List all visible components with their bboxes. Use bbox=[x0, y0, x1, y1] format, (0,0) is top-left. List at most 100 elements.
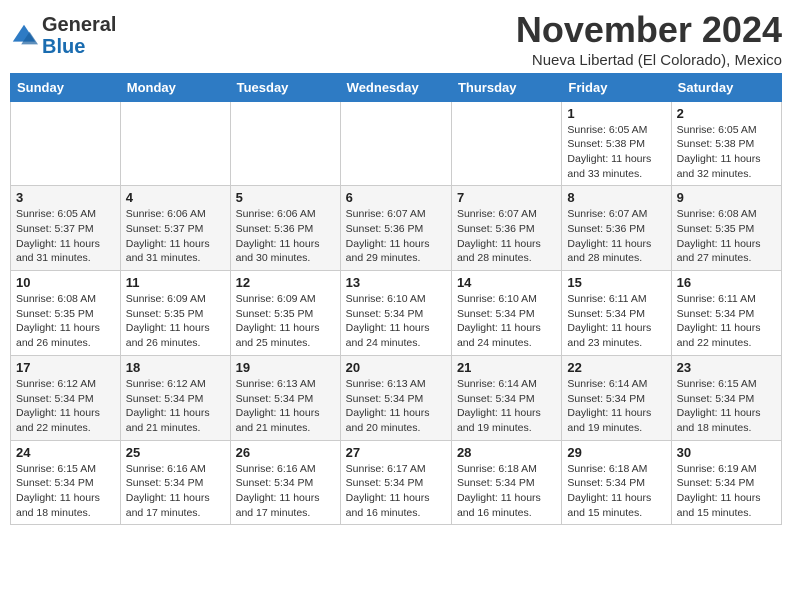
cell-day-number: 16 bbox=[677, 275, 776, 290]
cell-day-number: 14 bbox=[457, 275, 556, 290]
cell-info: Sunrise: 6:16 AM Sunset: 5:34 PM Dayligh… bbox=[126, 462, 225, 521]
calendar-cell: 3 Sunrise: 6:05 AM Sunset: 5:37 PM Daylig… bbox=[11, 186, 121, 271]
page-header: General Blue November 2024 Nueva Liberta… bbox=[10, 10, 782, 69]
calendar-cell: 7Sunrise: 6:07 AM Sunset: 5:36 PM Daylig… bbox=[451, 186, 561, 271]
calendar-cell: 4 Sunrise: 6:06 AM Sunset: 5:37 PM Daylig… bbox=[120, 186, 230, 271]
calendar-cell: 6Sunrise: 6:07 AM Sunset: 5:36 PM Daylig… bbox=[340, 186, 451, 271]
cell-day-number: 15 bbox=[567, 275, 665, 290]
weekday-header-friday: Friday bbox=[562, 73, 671, 101]
cell-info: Sunrise: 6:06 AM Sunset: 5:37 PM Dayligh… bbox=[126, 207, 225, 266]
calendar-cell: 30 Sunrise: 6:19 AM Sunset: 5:34 PM Dayli… bbox=[671, 440, 781, 525]
calendar-cell bbox=[11, 101, 121, 186]
weekday-header-monday: Monday bbox=[120, 73, 230, 101]
calendar-cell: 13Sunrise: 6:10 AM Sunset: 5:34 PM Dayli… bbox=[340, 271, 451, 356]
cell-day-number: 28 bbox=[457, 445, 556, 460]
calendar-cell: 11 Sunrise: 6:09 AM Sunset: 5:35 PM Dayli… bbox=[120, 271, 230, 356]
weekday-header-saturday: Saturday bbox=[671, 73, 781, 101]
cell-day-number: 27 bbox=[346, 445, 446, 460]
calendar-cell: 26 Sunrise: 6:16 AM Sunset: 5:34 PM Dayli… bbox=[230, 440, 340, 525]
cell-day-number: 10 bbox=[16, 275, 115, 290]
cell-day-number: 11 bbox=[126, 275, 225, 290]
cell-day-number: 5 bbox=[236, 190, 335, 205]
cell-info: Sunrise: 6:09 AM Sunset: 5:35 PM Dayligh… bbox=[236, 292, 335, 351]
calendar-cell: 20 Sunrise: 6:13 AM Sunset: 5:34 PM Dayli… bbox=[340, 355, 451, 440]
calendar-cell: 23 Sunrise: 6:15 AM Sunset: 5:34 PM Dayli… bbox=[671, 355, 781, 440]
calendar-cell: 21 Sunrise: 6:14 AM Sunset: 5:34 PM Dayli… bbox=[451, 355, 561, 440]
cell-day-number: 20 bbox=[346, 360, 446, 375]
calendar-cell bbox=[120, 101, 230, 186]
weekday-header-wednesday: Wednesday bbox=[340, 73, 451, 101]
cell-day-number: 21 bbox=[457, 360, 556, 375]
logo-text: General Blue bbox=[42, 14, 116, 58]
cell-info: Sunrise: 6:10 AM Sunset: 5:34 PM Dayligh… bbox=[457, 292, 556, 351]
cell-info: Sunrise: 6:05 AM Sunset: 5:37 PM Dayligh… bbox=[16, 207, 115, 266]
calendar-week-row: 17 Sunrise: 6:12 AM Sunset: 5:34 PM Dayli… bbox=[11, 355, 782, 440]
calendar-cell: 8 Sunrise: 6:07 AM Sunset: 5:36 PM Daylig… bbox=[562, 186, 671, 271]
cell-info: Sunrise: 6:18 AM Sunset: 5:34 PM Dayligh… bbox=[457, 462, 556, 521]
calendar-cell: 19 Sunrise: 6:13 AM Sunset: 5:34 PM Dayli… bbox=[230, 355, 340, 440]
cell-day-number: 29 bbox=[567, 445, 665, 460]
cell-info: Sunrise: 6:17 AM Sunset: 5:34 PM Dayligh… bbox=[346, 462, 446, 521]
cell-info: Sunrise: 6:14 AM Sunset: 5:34 PM Dayligh… bbox=[567, 377, 665, 436]
location-subtitle: Nueva Libertad (El Colorado), Mexico bbox=[516, 52, 782, 69]
cell-info: Sunrise: 6:09 AM Sunset: 5:35 PM Dayligh… bbox=[126, 292, 225, 351]
cell-info: Sunrise: 6:08 AM Sunset: 5:35 PM Dayligh… bbox=[677, 207, 776, 266]
calendar-cell: 9 Sunrise: 6:08 AM Sunset: 5:35 PM Daylig… bbox=[671, 186, 781, 271]
cell-day-number: 22 bbox=[567, 360, 665, 375]
cell-info: Sunrise: 6:13 AM Sunset: 5:34 PM Dayligh… bbox=[236, 377, 335, 436]
cell-info: Sunrise: 6:11 AM Sunset: 5:34 PM Dayligh… bbox=[677, 292, 776, 351]
calendar-cell: 1Sunrise: 6:05 AM Sunset: 5:38 PM Daylig… bbox=[562, 101, 671, 186]
cell-day-number: 19 bbox=[236, 360, 335, 375]
title-block: November 2024 Nueva Libertad (El Colorad… bbox=[516, 10, 782, 69]
cell-day-number: 7 bbox=[457, 190, 556, 205]
cell-info: Sunrise: 6:05 AM Sunset: 5:38 PM Dayligh… bbox=[677, 123, 776, 182]
calendar-cell bbox=[230, 101, 340, 186]
logo-icon bbox=[10, 22, 38, 50]
cell-day-number: 13 bbox=[346, 275, 446, 290]
calendar-week-row: 10 Sunrise: 6:08 AM Sunset: 5:35 PM Dayli… bbox=[11, 271, 782, 356]
calendar-cell: 27 Sunrise: 6:17 AM Sunset: 5:34 PM Dayli… bbox=[340, 440, 451, 525]
logo-blue: Blue bbox=[42, 36, 85, 58]
calendar-cell bbox=[451, 101, 561, 186]
cell-info: Sunrise: 6:15 AM Sunset: 5:34 PM Dayligh… bbox=[16, 462, 115, 521]
calendar-cell: 10 Sunrise: 6:08 AM Sunset: 5:35 PM Dayli… bbox=[11, 271, 121, 356]
calendar-cell: 5Sunrise: 6:06 AM Sunset: 5:36 PM Daylig… bbox=[230, 186, 340, 271]
cell-info: Sunrise: 6:18 AM Sunset: 5:34 PM Dayligh… bbox=[567, 462, 665, 521]
cell-day-number: 4 bbox=[126, 190, 225, 205]
cell-day-number: 30 bbox=[677, 445, 776, 460]
cell-info: Sunrise: 6:15 AM Sunset: 5:34 PM Dayligh… bbox=[677, 377, 776, 436]
cell-info: Sunrise: 6:11 AM Sunset: 5:34 PM Dayligh… bbox=[567, 292, 665, 351]
cell-day-number: 18 bbox=[126, 360, 225, 375]
cell-day-number: 23 bbox=[677, 360, 776, 375]
cell-info: Sunrise: 6:08 AM Sunset: 5:35 PM Dayligh… bbox=[16, 292, 115, 351]
calendar-cell bbox=[340, 101, 451, 186]
calendar-cell: 16 Sunrise: 6:11 AM Sunset: 5:34 PM Dayli… bbox=[671, 271, 781, 356]
cell-info: Sunrise: 6:16 AM Sunset: 5:34 PM Dayligh… bbox=[236, 462, 335, 521]
logo-general: General bbox=[42, 14, 116, 36]
cell-info: Sunrise: 6:07 AM Sunset: 5:36 PM Dayligh… bbox=[567, 207, 665, 266]
cell-day-number: 24 bbox=[16, 445, 115, 460]
logo: General Blue bbox=[10, 14, 116, 58]
calendar-week-row: 24 Sunrise: 6:15 AM Sunset: 5:34 PM Dayli… bbox=[11, 440, 782, 525]
cell-info: Sunrise: 6:12 AM Sunset: 5:34 PM Dayligh… bbox=[16, 377, 115, 436]
calendar-cell: 22 Sunrise: 6:14 AM Sunset: 5:34 PM Dayli… bbox=[562, 355, 671, 440]
calendar-week-row: 3 Sunrise: 6:05 AM Sunset: 5:37 PM Daylig… bbox=[11, 186, 782, 271]
calendar-cell: 15 Sunrise: 6:11 AM Sunset: 5:34 PM Dayli… bbox=[562, 271, 671, 356]
calendar-cell: 25 Sunrise: 6:16 AM Sunset: 5:34 PM Dayli… bbox=[120, 440, 230, 525]
cell-day-number: 8 bbox=[567, 190, 665, 205]
cell-info: Sunrise: 6:19 AM Sunset: 5:34 PM Dayligh… bbox=[677, 462, 776, 521]
weekday-header-thursday: Thursday bbox=[451, 73, 561, 101]
cell-day-number: 25 bbox=[126, 445, 225, 460]
cell-info: Sunrise: 6:14 AM Sunset: 5:34 PM Dayligh… bbox=[457, 377, 556, 436]
calendar-cell: 29 Sunrise: 6:18 AM Sunset: 5:34 PM Dayli… bbox=[562, 440, 671, 525]
cell-day-number: 9 bbox=[677, 190, 776, 205]
month-title: November 2024 bbox=[516, 10, 782, 50]
cell-info: Sunrise: 6:13 AM Sunset: 5:34 PM Dayligh… bbox=[346, 377, 446, 436]
cell-day-number: 26 bbox=[236, 445, 335, 460]
cell-info: Sunrise: 6:05 AM Sunset: 5:38 PM Dayligh… bbox=[567, 123, 665, 182]
cell-day-number: 3 bbox=[16, 190, 115, 205]
calendar-cell: 28 Sunrise: 6:18 AM Sunset: 5:34 PM Dayli… bbox=[451, 440, 561, 525]
calendar-cell: 2Sunrise: 6:05 AM Sunset: 5:38 PM Daylig… bbox=[671, 101, 781, 186]
cell-day-number: 17 bbox=[16, 360, 115, 375]
cell-info: Sunrise: 6:12 AM Sunset: 5:34 PM Dayligh… bbox=[126, 377, 225, 436]
